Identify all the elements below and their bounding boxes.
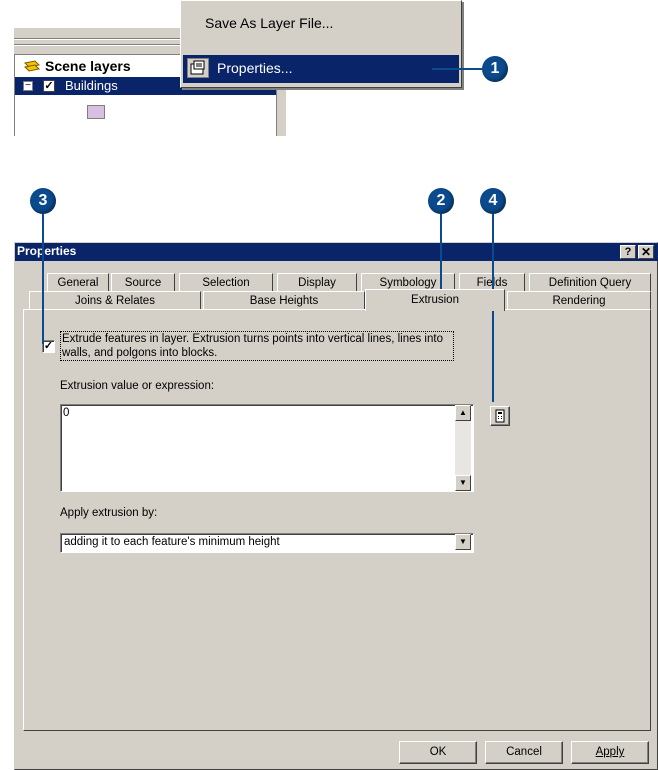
- layer-visibility-checkbox[interactable]: ✓: [43, 80, 55, 92]
- ok-button[interactable]: OK: [399, 741, 477, 764]
- apply-extrusion-label: Apply extrusion by:: [60, 507, 158, 519]
- callout-3-icon: 3: [30, 188, 56, 214]
- extrusion-expression-input[interactable]: 0 ▲ ▼: [60, 404, 474, 492]
- menu-item-label: Properties...: [217, 60, 293, 76]
- tab-selection[interactable]: Selection: [179, 273, 273, 291]
- tab-display[interactable]: Display: [277, 273, 357, 291]
- menu-item-save-layer[interactable]: Save As Layer File...: [183, 11, 459, 37]
- properties-dialog: Properties ? ✕ General Source Selection …: [14, 242, 658, 770]
- chevron-down-icon[interactable]: ▼: [455, 534, 471, 550]
- tab-joins-relates[interactable]: Joins & Relates: [29, 291, 201, 309]
- close-icon[interactable]: ✕: [638, 245, 654, 259]
- callout-line: [42, 214, 44, 344]
- scroll-down-icon[interactable]: ▼: [455, 475, 471, 491]
- scroll-up-icon[interactable]: ▲: [455, 405, 471, 421]
- tab-rendering[interactable]: Rendering: [507, 291, 651, 309]
- tab-page: ✓ Extrude features in layer. Extrusion t…: [23, 309, 651, 731]
- help-button[interactable]: ?: [620, 245, 636, 259]
- toc-grip: [14, 38, 194, 40]
- symbol-swatch[interactable]: [87, 105, 105, 119]
- callout-1-icon: 1: [482, 56, 508, 82]
- callout-4-icon: 4: [480, 188, 506, 214]
- tab-general[interactable]: General: [47, 273, 109, 291]
- calculator-icon: [495, 409, 505, 423]
- callout-line: [432, 68, 482, 70]
- extrusion-value-label: Extrusion value or expression:: [60, 380, 215, 392]
- context-menu: Save As Layer File... Properties...: [180, 0, 462, 88]
- apply-button[interactable]: Apply: [571, 741, 649, 764]
- toc-layer-label: Buildings: [65, 78, 118, 93]
- collapse-icon[interactable]: −: [23, 81, 33, 91]
- expression-builder-button[interactable]: [490, 406, 510, 426]
- layers-icon: [23, 59, 41, 75]
- dialog-title-bar[interactable]: Properties ? ✕: [15, 243, 658, 261]
- tab-definition-query[interactable]: Definition Query: [529, 273, 651, 291]
- extrusion-expression-value: 0: [63, 407, 70, 419]
- menu-item-label: Save As Layer File...: [205, 15, 334, 31]
- tab-extrusion[interactable]: Extrusion: [365, 289, 505, 311]
- tab-source[interactable]: Source: [111, 273, 175, 291]
- apply-extrusion-select[interactable]: adding it to each feature's minimum heig…: [60, 533, 474, 553]
- extrude-checkbox-label[interactable]: Extrude features in layer. Extrusion tur…: [60, 331, 454, 361]
- toc-root-label[interactable]: Scene layers: [45, 58, 131, 74]
- apply-extrusion-value: adding it to each feature's minimum heig…: [64, 536, 280, 548]
- toc-grip: [14, 44, 194, 46]
- tab-base-heights[interactable]: Base Heights: [203, 291, 365, 309]
- callout-line: [440, 214, 442, 294]
- menu-item-properties[interactable]: Properties...: [183, 55, 459, 83]
- cancel-button[interactable]: Cancel: [485, 741, 563, 764]
- callout-2-icon: 2: [428, 188, 454, 214]
- dialog-title: Properties: [17, 244, 77, 258]
- properties-icon: [187, 58, 209, 78]
- expression-scrollbar[interactable]: ▲ ▼: [455, 405, 471, 491]
